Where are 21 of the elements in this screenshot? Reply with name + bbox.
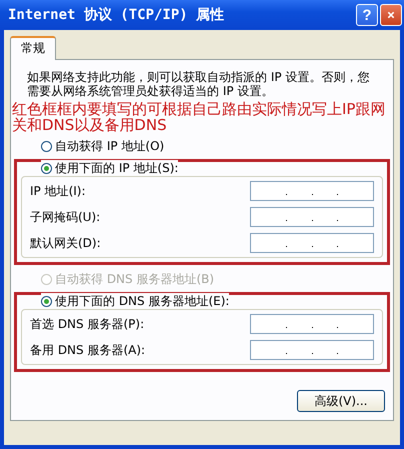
radio-button[interactable]: 使用下面的 IP 地址(S): bbox=[41, 160, 178, 177]
field-label: 子网掩码(U): bbox=[30, 208, 100, 226]
annotation-text: 红色框框内要填写的可根据自己路由实际情况写上IP跟网关和DNS以及备用DNS bbox=[12, 101, 386, 133]
field-label: 首选 DNS 服务器(P): bbox=[30, 316, 144, 332]
ip-address-field[interactable] bbox=[250, 314, 374, 334]
ip-address-field[interactable] bbox=[250, 233, 374, 253]
close-button[interactable] bbox=[380, 4, 402, 26]
window-title: Internet 协议 (TCP/IP) 属性 bbox=[8, 6, 226, 24]
tab[interactable]: 常规 bbox=[10, 36, 56, 60]
field-label: 备用 DNS 服务器(A): bbox=[30, 342, 146, 358]
ip-address-field[interactable] bbox=[250, 207, 374, 227]
advanced-button[interactable]: 高级(V)... bbox=[297, 390, 385, 412]
description-text: 如果网络支持此功能，则可以获取自动指派的 IP 设置。否则，您需要从网络系统管理员处获得适当的 IP 设置。 bbox=[27, 70, 370, 98]
field-label: 默认网关(D): bbox=[30, 234, 101, 252]
help-button[interactable]: ? bbox=[356, 4, 378, 26]
field-label: IP 地址(I): bbox=[30, 182, 86, 200]
ip-address-field[interactable] bbox=[250, 340, 374, 360]
radio-button[interactable]: 自动获得 IP 地址(O) bbox=[41, 138, 387, 155]
ip-address-field[interactable] bbox=[250, 181, 374, 201]
close-icon bbox=[387, 9, 395, 21]
radio-button[interactable]: 使用下面的 DNS 服务器地址(E): bbox=[41, 293, 230, 310]
